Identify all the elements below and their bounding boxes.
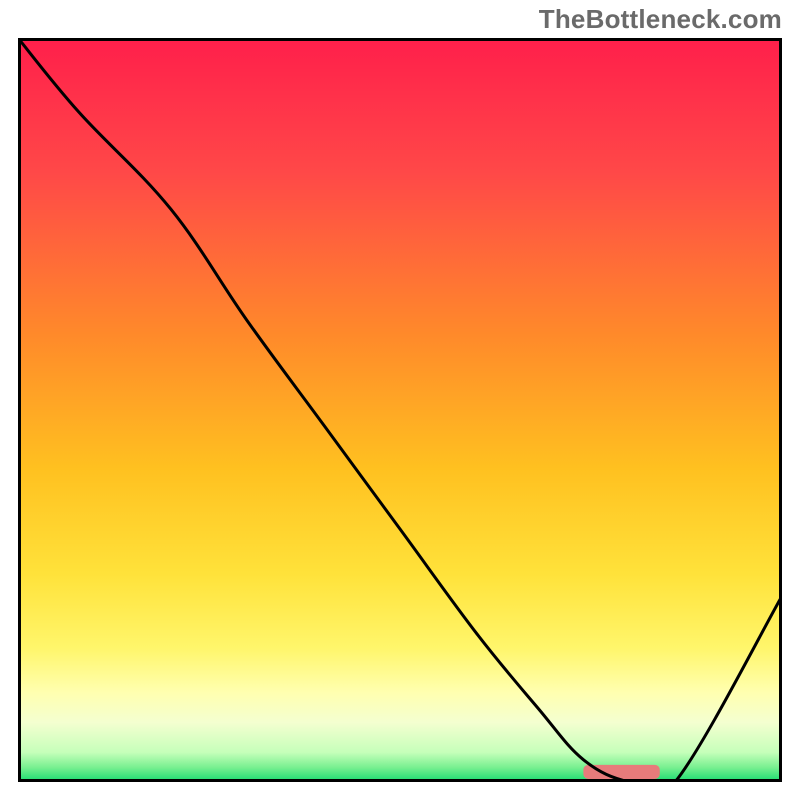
chart-container: TheBottleneck.com	[0, 0, 800, 800]
chart-plot-area	[18, 38, 782, 782]
chart-background-gradient	[18, 38, 782, 782]
watermark-text: TheBottleneck.com	[539, 4, 782, 35]
chart-svg	[18, 38, 782, 782]
